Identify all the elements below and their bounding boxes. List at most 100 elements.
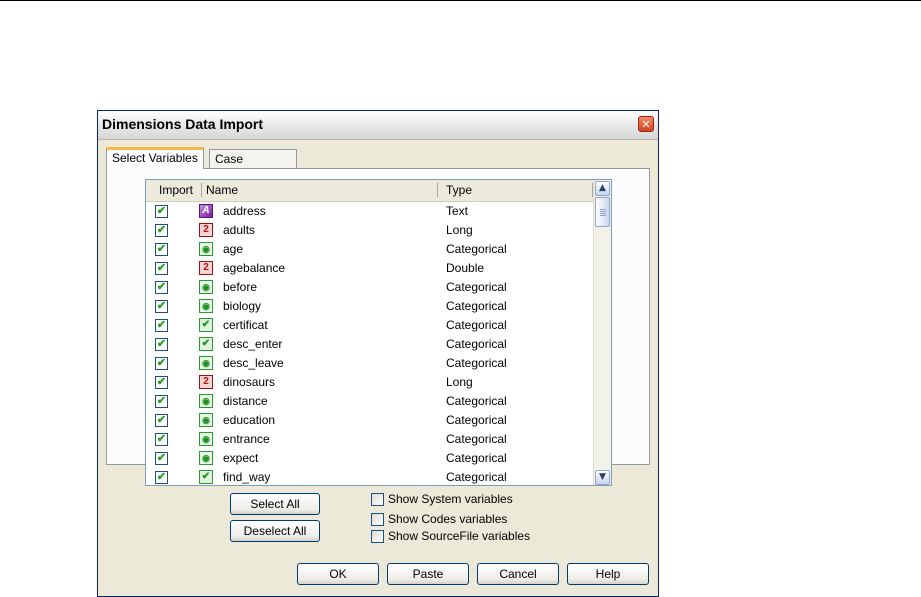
variable-name: address xyxy=(223,204,266,218)
variable-name: age xyxy=(223,242,244,256)
import-checkbox[interactable]: ✔ xyxy=(155,319,168,332)
categorical-variable-icon: ◉ xyxy=(199,432,213,446)
dialog-title-bar[interactable]: Dimensions Data Import ✕ xyxy=(98,111,658,140)
checkbox-box[interactable] xyxy=(371,513,384,526)
categorical-variable-icon: ◉ xyxy=(199,394,213,408)
column-header-name[interactable]: Name xyxy=(206,183,238,197)
import-checkbox[interactable]: ✔ xyxy=(155,224,168,237)
boolean-variable-icon: ✔ xyxy=(199,318,213,332)
deselect-all-button[interactable]: Deselect All xyxy=(230,520,320,542)
import-checkbox[interactable]: ✔ xyxy=(155,357,168,370)
paste-button[interactable]: Paste xyxy=(387,563,469,585)
variable-type: Categorical xyxy=(446,470,507,484)
variables-list-header: Import Name Type xyxy=(146,180,597,202)
import-checkbox[interactable]: ✔ xyxy=(155,452,168,465)
variable-type: Long xyxy=(446,375,473,389)
import-checkbox[interactable]: ✔ xyxy=(155,243,168,256)
variable-name: adults xyxy=(223,223,256,237)
close-icon[interactable]: ✕ xyxy=(638,116,654,132)
tab-case-selection[interactable]: Case Selection xyxy=(209,149,297,185)
thumb-grip xyxy=(600,215,606,216)
import-checkbox[interactable]: ✔ xyxy=(155,300,168,313)
checkbox-box[interactable] xyxy=(371,493,384,506)
table-row[interactable]: ✔ ✔ desc_enter Categorical xyxy=(146,335,597,354)
variable-type: Long xyxy=(446,223,473,237)
table-row[interactable]: ✔ ✔ find_way Categorical xyxy=(146,468,597,485)
checkbox-label: Show Codes variables xyxy=(388,512,508,526)
table-row[interactable]: ✔ 2 agebalance Double xyxy=(146,259,597,278)
import-checkbox[interactable]: ✔ xyxy=(155,433,168,446)
table-row[interactable]: ✔ ◉ education Categorical xyxy=(146,411,597,430)
select-all-button[interactable]: Select All xyxy=(230,493,320,515)
checkbox-box[interactable] xyxy=(371,530,384,543)
ok-button[interactable]: OK xyxy=(297,563,379,585)
import-checkbox[interactable]: ✔ xyxy=(155,338,168,351)
variable-type: Categorical xyxy=(446,394,507,408)
table-row[interactable]: ✔ ◉ entrance Categorical xyxy=(146,430,597,449)
import-checkbox[interactable]: ✔ xyxy=(155,262,168,275)
variable-name: distance xyxy=(223,394,268,408)
cancel-button[interactable]: Cancel xyxy=(477,563,559,585)
variable-type: Categorical xyxy=(446,337,507,351)
table-row[interactable]: ✔ ✔ certificat Categorical xyxy=(146,316,597,335)
categorical-variable-icon: ◉ xyxy=(199,242,213,256)
import-checkbox[interactable]: ✔ xyxy=(155,414,168,427)
table-row[interactable]: ✔ 2 dinosaurs Long xyxy=(146,373,597,392)
column-separator[interactable] xyxy=(437,183,438,197)
numeric-variable-icon: 2 xyxy=(199,223,213,237)
scroll-down-icon[interactable]: ▼ xyxy=(595,470,610,485)
categorical-variable-icon: ◉ xyxy=(199,451,213,465)
numeric-variable-icon: 2 xyxy=(199,261,213,275)
variable-name: desc_leave xyxy=(223,356,284,370)
boolean-variable-icon: ✔ xyxy=(199,337,213,351)
import-checkbox[interactable]: ✔ xyxy=(155,471,168,484)
tab-select-variables[interactable]: Select Variables xyxy=(106,147,204,169)
variables-list[interactable]: Import Name Type ✔ Aaddress Text ✔ 2 adults Lo… xyxy=(145,179,612,486)
numeric-variable-icon: 2 xyxy=(199,375,213,389)
categorical-variable-icon: ◉ xyxy=(199,280,213,294)
table-row[interactable]: ✔ ◉ distance Categorical xyxy=(146,392,597,411)
variable-type: Text xyxy=(446,204,469,218)
table-row[interactable]: ✔ ◉ biology Categorical xyxy=(146,297,597,316)
variable-type: Categorical xyxy=(446,432,507,446)
variable-name: before xyxy=(223,280,258,294)
variable-type: Categorical xyxy=(446,242,507,256)
import-checkbox[interactable]: ✔ xyxy=(155,205,168,218)
scroll-up-icon[interactable]: ▲ xyxy=(595,181,610,196)
column-header-import[interactable]: Import xyxy=(159,183,193,197)
categorical-variable-icon: ◉ xyxy=(199,299,213,313)
vertical-scrollbar[interactable]: ▲ ▼ xyxy=(593,180,611,485)
thumb-grip xyxy=(600,209,606,210)
variable-type: Categorical xyxy=(446,318,507,332)
column-header-type[interactable]: Type xyxy=(446,183,472,197)
table-row[interactable]: ✔ ◉ before Categorical xyxy=(146,278,597,297)
table-row[interactable]: ✔ 2 adults Long xyxy=(146,221,597,240)
variables-list-rows: ✔ Aaddress Text ✔ 2 adults Long ✔ ◉ age Categorica… xyxy=(146,202,597,485)
import-checkbox[interactable]: ✔ xyxy=(155,395,168,408)
text-variable-icon: A xyxy=(199,204,213,218)
import-checkbox[interactable]: ✔ xyxy=(155,281,168,294)
tab-label: Select Variables xyxy=(112,151,198,165)
variable-type: Categorical xyxy=(446,451,507,465)
table-row[interactable]: ✔ ◉ desc_leave Categorical xyxy=(146,354,597,373)
checkbox-label: Show System variables xyxy=(388,492,513,506)
help-button[interactable]: Help xyxy=(567,563,649,585)
column-separator[interactable] xyxy=(201,183,202,197)
variable-name: entrance xyxy=(223,432,270,446)
variable-name: certificat xyxy=(223,318,268,332)
variable-name: expect xyxy=(223,451,259,465)
variable-name: desc_enter xyxy=(223,337,283,351)
categorical-variable-icon: ◉ xyxy=(199,356,213,370)
table-row[interactable]: ✔ ◉ expect Categorical xyxy=(146,449,597,468)
boolean-variable-icon: ✔ xyxy=(199,470,213,484)
table-row[interactable]: ✔ Aaddress Text xyxy=(146,202,597,221)
table-row[interactable]: ✔ ◉ age Categorical xyxy=(146,240,597,259)
checkbox-label: Show SourceFile variables xyxy=(388,529,531,543)
variable-type: Categorical xyxy=(446,413,507,427)
scroll-thumb[interactable] xyxy=(595,197,610,227)
variable-name: find_way xyxy=(223,470,271,484)
variable-name: dinosaurs xyxy=(223,375,276,389)
variable-name: biology xyxy=(223,299,262,313)
import-checkbox[interactable]: ✔ xyxy=(155,376,168,389)
variable-type: Categorical xyxy=(446,280,507,294)
